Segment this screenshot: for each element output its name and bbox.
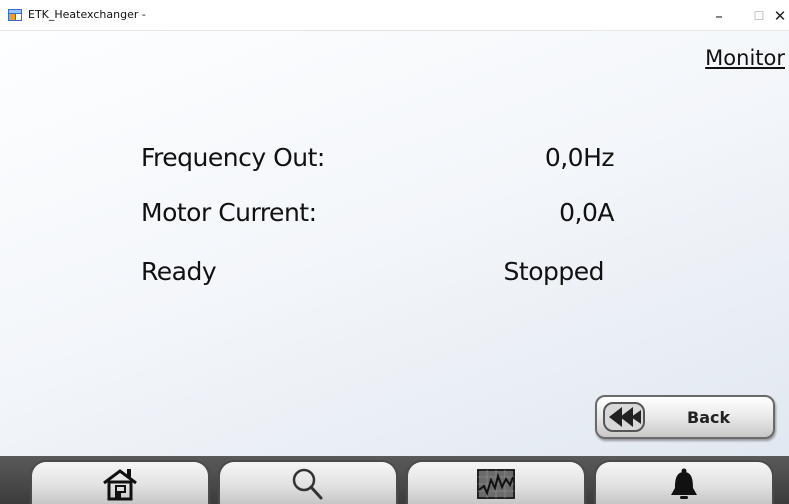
- search-button[interactable]: [218, 460, 398, 504]
- bottom-navbar: [0, 456, 789, 504]
- minimize-button[interactable]: –: [699, 0, 739, 31]
- home-icon: [103, 469, 137, 501]
- trend-chart-icon: [477, 469, 515, 499]
- back-label: Back: [687, 408, 731, 427]
- trend-button[interactable]: [406, 460, 586, 504]
- motor-current-value: 0,0A: [559, 198, 614, 227]
- bell-icon: [671, 468, 697, 499]
- search-icon: [292, 468, 323, 500]
- window-title: ETK_Heatexchanger -: [28, 8, 146, 21]
- ready-label: Ready: [141, 257, 217, 286]
- alarm-button[interactable]: [594, 460, 774, 504]
- motor-current-label: Motor Current:: [141, 198, 317, 227]
- app-icon: [8, 9, 22, 21]
- run-status-value: Stopped: [503, 257, 605, 286]
- monitor-screen: Monitor Frequency Out: 0,0Hz Motor Curre…: [0, 31, 789, 504]
- monitor-link[interactable]: Monitor: [705, 46, 785, 70]
- frequency-out-label: Frequency Out:: [141, 143, 325, 172]
- close-button[interactable]: ✕: [760, 0, 789, 31]
- window-titlebar: ETK_Heatexchanger - – ☐ ✕: [0, 0, 789, 31]
- double-chevron-left-icon: [603, 402, 645, 432]
- back-button[interactable]: Back: [595, 395, 775, 439]
- home-button[interactable]: [30, 460, 210, 504]
- frequency-out-value: 0,0Hz: [544, 143, 615, 172]
